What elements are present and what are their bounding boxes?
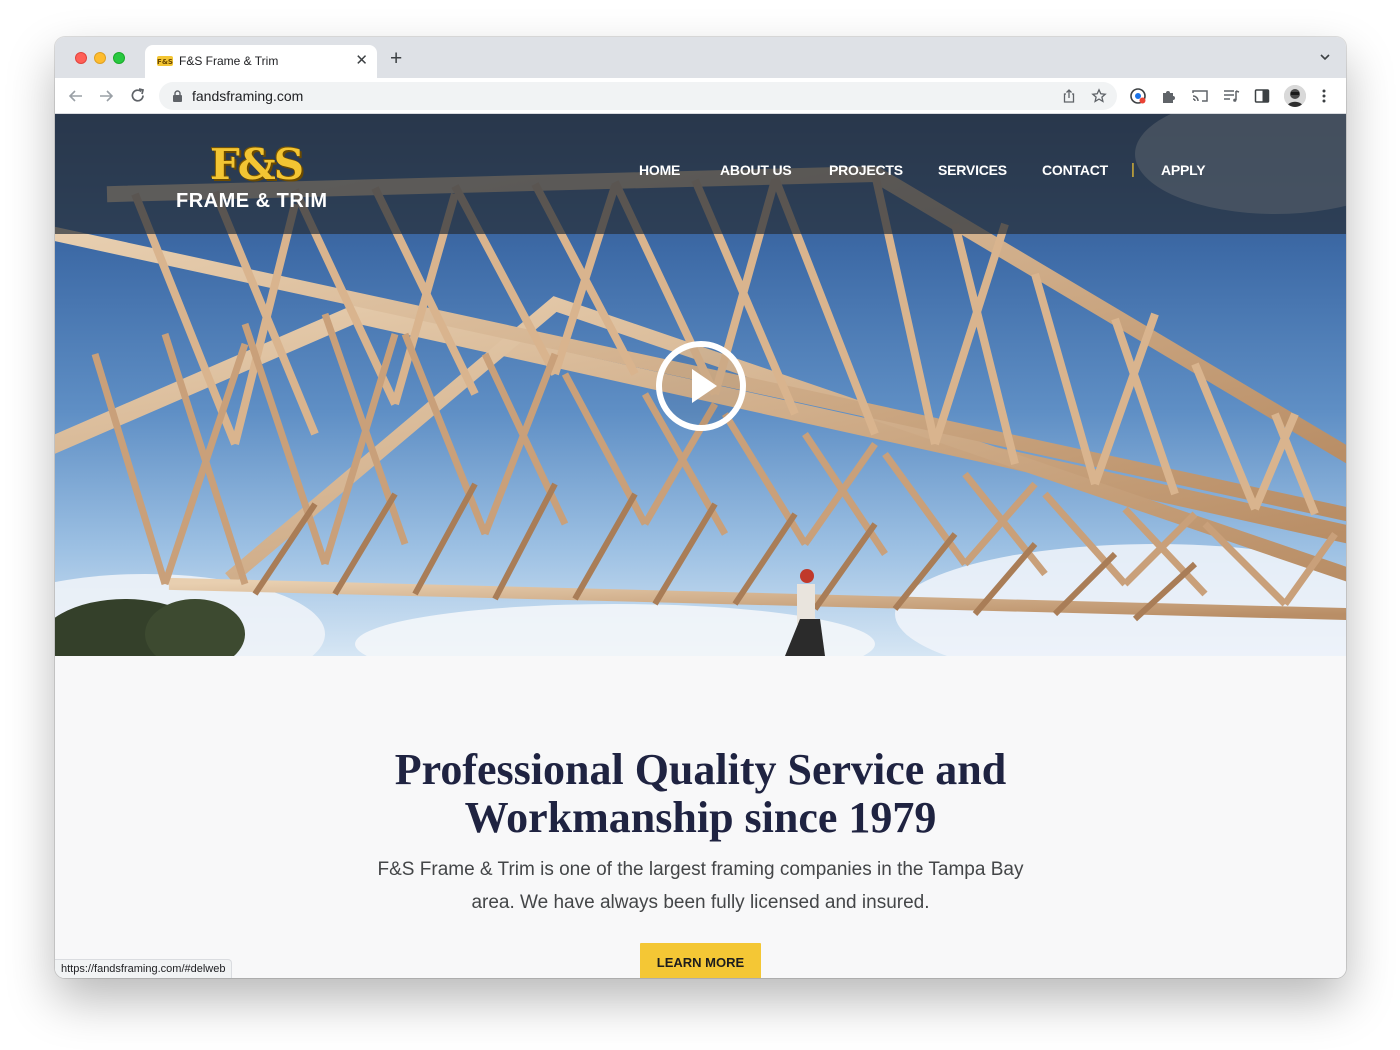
browser-menu-icon[interactable]	[1315, 87, 1333, 105]
intro-line-2: area. We have always been fully licensed…	[471, 892, 930, 913]
forward-arrow-icon[interactable]	[96, 86, 116, 106]
extensions-puzzle-icon[interactable]	[1160, 87, 1178, 105]
media-queue-icon[interactable]	[1222, 87, 1240, 105]
intro-section: Professional Quality Service and Workman…	[55, 656, 1346, 978]
nav-contact[interactable]: CONTACT	[1042, 162, 1108, 178]
headline-line-2: Workmanship since 1979	[464, 793, 937, 842]
nav-separator: |	[1131, 161, 1135, 178]
nav-projects[interactable]: PROJECTS	[829, 162, 903, 178]
nav-services[interactable]: SERVICES	[938, 162, 1007, 178]
share-icon[interactable]	[1061, 88, 1077, 104]
tab-search-chevron-icon[interactable]	[1318, 50, 1332, 64]
web-page: F&S FRAME & TRIM HOME ABOUT US PROJECTS …	[55, 114, 1346, 978]
logo-text: FRAME & TRIM	[176, 190, 328, 212]
url-text: fandsframing.com	[192, 88, 304, 104]
window-close-button[interactable]	[75, 52, 87, 64]
extension-google-icon[interactable]	[1129, 87, 1147, 105]
address-bar[interactable]: fandsframing.com	[159, 82, 1117, 110]
intro-line-1: F&S Frame & Trim is one of the largest f…	[377, 859, 1024, 880]
logo-mark: F&S	[210, 140, 304, 189]
nav-home[interactable]: HOME	[639, 162, 680, 178]
browser-toolbar: fandsframing.com	[55, 78, 1346, 114]
intro-paragraph: F&S Frame & Trim is one of the largest f…	[355, 853, 1046, 919]
browser-window: F&S F&S Frame & Trim ✕ + fandsframing.co…	[55, 37, 1346, 978]
side-panel-icon[interactable]	[1253, 87, 1271, 105]
tab-close-icon[interactable]: ✕	[355, 51, 368, 71]
favicon-icon: F&S	[157, 56, 173, 66]
cast-icon[interactable]	[1191, 87, 1209, 105]
lock-icon[interactable]	[172, 90, 183, 102]
tab-active[interactable]: F&S F&S Frame & Trim ✕	[145, 45, 377, 78]
learn-more-button[interactable]: LEARN MORE	[640, 943, 761, 978]
window-maximize-button[interactable]	[113, 52, 125, 64]
favicon-text: F&S	[157, 58, 173, 66]
nav-about-us[interactable]: ABOUT US	[720, 162, 792, 178]
tab-strip: F&S F&S Frame & Trim ✕ +	[55, 37, 1346, 78]
profile-avatar[interactable]	[1284, 85, 1306, 107]
back-arrow-icon[interactable]	[66, 86, 86, 106]
headline-line-1: Professional Quality Service and	[394, 745, 1007, 794]
tab-title: F&S Frame & Trim	[179, 54, 279, 68]
window-minimize-button[interactable]	[94, 52, 106, 64]
bookmark-star-icon[interactable]	[1091, 88, 1107, 104]
profile-avatar-icon	[1284, 85, 1306, 107]
play-circle-icon[interactable]	[655, 340, 747, 432]
link-status-bar: https://fandsframing.com/#delweb	[55, 959, 233, 978]
new-tab-icon[interactable]: +	[390, 48, 402, 70]
page-headline: Professional Quality Service and Workman…	[55, 746, 1346, 842]
site-logo[interactable]: F&S FRAME & TRIM	[173, 140, 343, 215]
reload-icon[interactable]	[128, 86, 148, 106]
hero-video[interactable]: F&S FRAME & TRIM HOME ABOUT US PROJECTS …	[55, 114, 1346, 656]
site-header: F&S FRAME & TRIM HOME ABOUT US PROJECTS …	[55, 114, 1346, 234]
nav-apply[interactable]: APPLY	[1161, 162, 1206, 178]
